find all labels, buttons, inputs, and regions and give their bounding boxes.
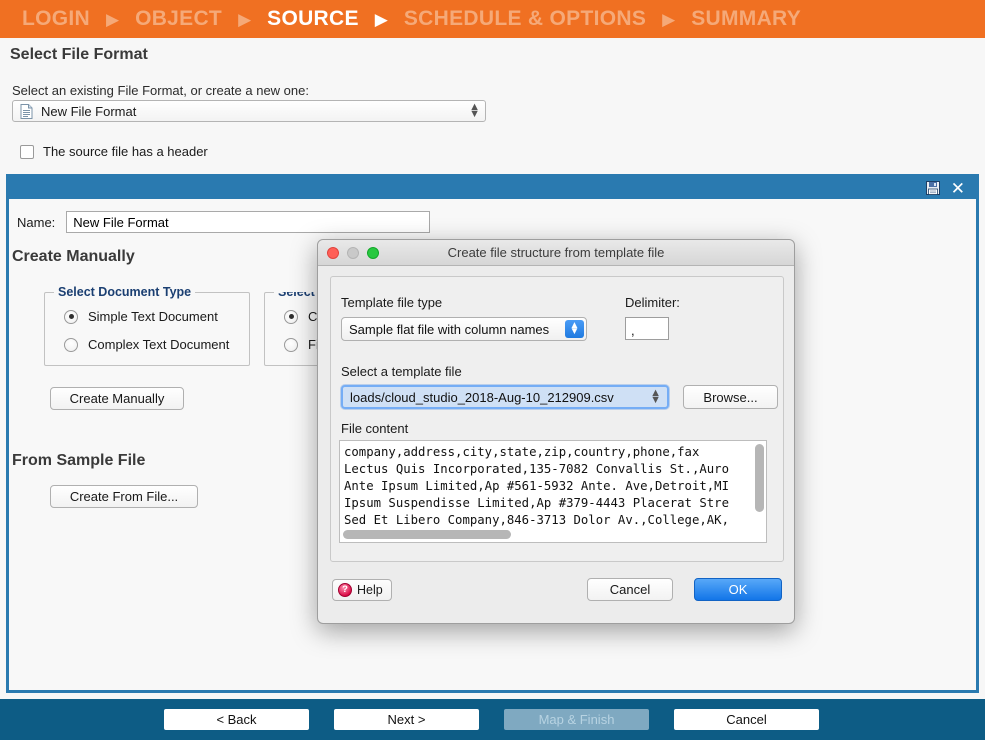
template-file-path: loads/cloud_studio_2018-Aug-10_212909.cs… <box>350 389 614 405</box>
wizard-step-bar: LOGIN ▶ OBJECT ▶ SOURCE ▶ SCHEDULE & OPT… <box>0 0 985 38</box>
page-title: Select File Format <box>10 46 148 63</box>
browse-button[interactable]: Browse... <box>683 385 778 409</box>
select-template-file-label: Select a template file <box>341 364 462 379</box>
create-manually-heading: Create Manually <box>12 248 135 265</box>
ok-button[interactable]: OK <box>694 578 782 601</box>
template-file-type-value: Sample flat file with column names <box>349 321 550 337</box>
document-type-groupbox: Select Document Type Simple Text Documen… <box>44 285 250 366</box>
chevron-updown-icon[interactable]: ▲ ▼ <box>650 388 661 406</box>
radio-icon[interactable] <box>64 309 78 324</box>
file-content-label: File content <box>341 421 409 436</box>
save-floppy-icon[interactable] <box>925 181 940 195</box>
step-arrow-icon: ▶ <box>374 9 388 29</box>
help-button-label: Help <box>357 583 383 597</box>
create-file-structure-dialog: Create file structure from template file… <box>317 239 795 624</box>
radio-label: Simple Text Document <box>88 309 218 324</box>
file-format-select[interactable]: New File Format ▲ ▼ <box>12 100 486 122</box>
file-format-select-value: New File Format <box>41 103 137 119</box>
wizard-footer-bar: < Back Next > Map & Finish Cancel <box>0 699 985 740</box>
format-name-input[interactable]: New File Format <box>66 211 431 233</box>
create-from-file-button[interactable]: Create From File... <box>50 485 198 508</box>
delimiter-label: Delimiter: <box>625 295 680 310</box>
template-file-type-label: Template file type <box>341 295 443 310</box>
create-manually-button[interactable]: Create Manually <box>50 387 184 410</box>
wizard-step-source[interactable]: SOURCE <box>267 7 359 31</box>
format-name-value: New File Format <box>73 214 169 230</box>
delimiter-input[interactable]: , <box>625 317 669 340</box>
radio-complex-text-document[interactable]: Complex Text Document <box>64 337 229 352</box>
document-type-legend: Select Document Type <box>54 285 196 299</box>
panel-titlebar: ✕ <box>9 177 976 199</box>
from-sample-file-heading: From Sample File <box>12 452 146 469</box>
format-name-label: Name: <box>17 214 56 230</box>
template-file-type-select[interactable]: Sample flat file with column names ▲ ▼ <box>341 317 587 341</box>
step-arrow-icon: ▶ <box>662 9 676 29</box>
map-and-finish-button: Map & Finish <box>504 709 649 730</box>
cancel-wizard-button[interactable]: Cancel <box>674 709 819 730</box>
dialog-title: Create file structure from template file <box>447 245 665 260</box>
template-file-select[interactable]: loads/cloud_studio_2018-Aug-10_212909.cs… <box>341 385 669 409</box>
close-icon[interactable]: ✕ <box>950 180 966 197</box>
wizard-step-login[interactable]: LOGIN <box>22 7 90 31</box>
radio-simple-text-document[interactable]: Simple Text Document <box>64 309 218 324</box>
chevron-updown-icon: ▲ ▼ <box>469 101 480 120</box>
wizard-step-summary[interactable]: SUMMARY <box>691 7 801 31</box>
step-arrow-icon: ▶ <box>106 9 120 29</box>
delimiter-value: , <box>631 323 635 338</box>
dialog-titlebar: Create file structure from template file <box>318 240 794 266</box>
source-has-header-label: The source file has a header <box>43 144 208 159</box>
vertical-scrollbar-thumb[interactable] <box>755 444 764 512</box>
horizontal-scrollbar-thumb[interactable] <box>343 530 511 539</box>
file-content-text: company,address,city,state,zip,country,p… <box>344 445 729 527</box>
format-name-row: Name: New File Format <box>17 211 431 233</box>
step-arrow-icon: ▶ <box>238 9 252 29</box>
file-content-viewer[interactable]: company,address,city,state,zip,country,p… <box>339 440 767 543</box>
radio-icon[interactable] <box>284 309 298 324</box>
radio-icon[interactable] <box>284 337 298 352</box>
document-icon <box>20 103 33 119</box>
back-button[interactable]: < Back <box>164 709 309 730</box>
help-question-icon: ? <box>338 583 352 597</box>
cancel-button[interactable]: Cancel <box>587 578 673 601</box>
wizard-step-schedule-options[interactable]: SCHEDULE & OPTIONS <box>404 7 646 31</box>
source-has-header-row[interactable]: The source file has a header <box>20 144 208 159</box>
source-has-header-checkbox[interactable] <box>20 144 34 159</box>
chevron-updown-icon[interactable]: ▲ ▼ <box>565 320 584 338</box>
radio-label: Complex Text Document <box>88 337 230 352</box>
wizard-step-object[interactable]: OBJECT <box>135 7 222 31</box>
next-button[interactable]: Next > <box>334 709 479 730</box>
help-button[interactable]: ? Help <box>332 579 392 601</box>
radio-icon[interactable] <box>64 337 78 352</box>
dialog-content-panel: Template file type Sample flat file with… <box>330 276 784 562</box>
file-format-prompt: Select an existing File Format, or creat… <box>12 83 309 98</box>
